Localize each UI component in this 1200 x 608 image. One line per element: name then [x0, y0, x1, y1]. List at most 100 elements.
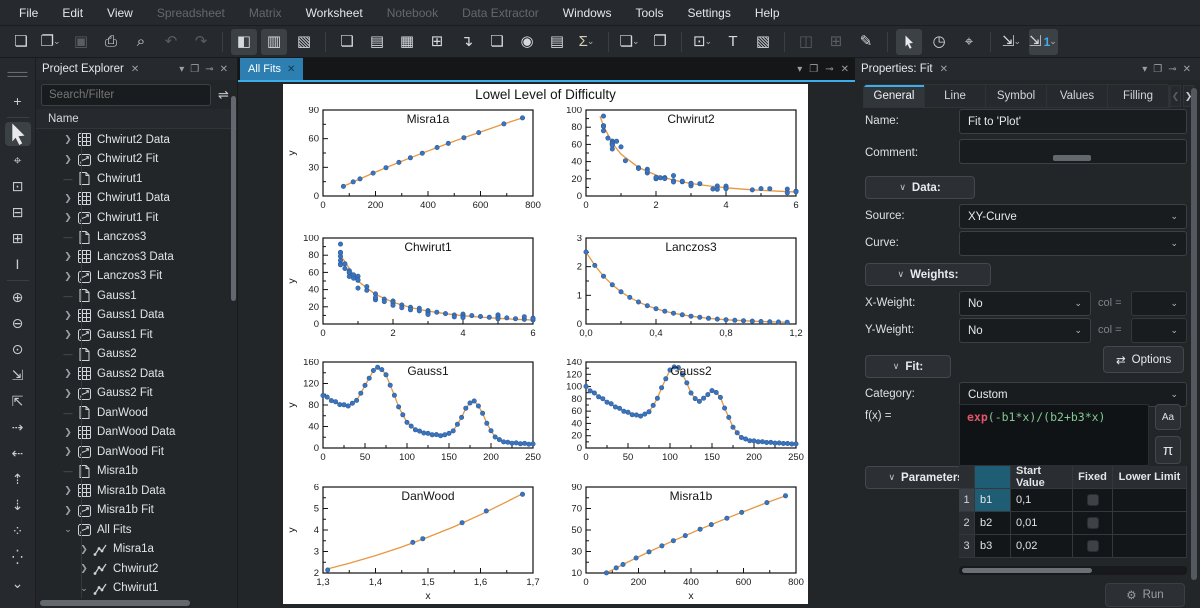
subwindow-close-icon[interactable]: ✕ — [841, 64, 849, 75]
filter-options-icon[interactable]: ⇌ — [215, 84, 232, 106]
zoom-level-button[interactable]: ⇲ 1 ⌄ — [1029, 28, 1058, 55]
search-input[interactable] — [41, 84, 211, 106]
toggle-project-explorer-button[interactable]: ◧ — [231, 28, 257, 55]
new-datapicker-button[interactable]: ◉ — [514, 29, 540, 55]
zoom-fit-icon[interactable]: ⇱ — [5, 389, 31, 413]
dock-close-icon[interactable]: ✕ — [1180, 64, 1194, 75]
tree-item-chwirut1[interactable]: — Chwirut1 — [36, 169, 237, 189]
dock-grip-icon[interactable]: —— —— — [5, 63, 31, 87]
zoom-select-icon[interactable]: ⊡ — [5, 174, 31, 198]
more-tools-2-icon[interactable]: ⁛ — [5, 545, 31, 569]
navigation-mode-button[interactable]: ◷ — [926, 29, 952, 55]
parameters-table-scrollbar[interactable] — [962, 568, 1092, 573]
tree-item-gauss1-fit[interactable]: ❯ Gauss1 Fit — [36, 325, 237, 345]
tree-item-lanczos3[interactable]: — Lanczos3 — [36, 228, 237, 248]
plot-lanczos3[interactable]: 0,0 0,4 0,8 1,2 0 1 2 3 Lanczos3 — [546, 233, 806, 342]
zoom-fit-button[interactable]: ⊡ ⌄ — [690, 29, 716, 55]
fit-section-button[interactable]: ∨ Fit: — [865, 355, 951, 378]
expander-collapsed-icon[interactable]: ❯ — [62, 427, 74, 438]
weights-section-button[interactable]: ∨ Weights: — [865, 263, 991, 286]
comment-resize-grip[interactable] — [1053, 155, 1091, 161]
tree-item-gauss1-data[interactable]: ❯ Gauss1 Data — [36, 306, 237, 326]
source-select[interactable]: XY-Curve ⌄ — [959, 204, 1187, 229]
x-weight-select[interactable]: No ⌄ — [959, 291, 1091, 316]
pointer-mode-button[interactable] — [896, 28, 922, 55]
tab-symbol[interactable]: Symbol — [986, 85, 1047, 107]
plot-chwirut1[interactable]: 0 2 4 6 0 20 40 60 80 100 Chwirut1 y — [283, 233, 543, 342]
new-project-button[interactable]: ❏ — [8, 29, 34, 55]
column-header-fixed[interactable]: Fixed — [1073, 466, 1113, 489]
zoom-y-select-icon[interactable]: ⊞ — [5, 226, 31, 250]
worksheet-canvas[interactable]: Lowel Level of Difficulty 0 200 400 600 800 0… — [283, 84, 808, 604]
formula-editor[interactable]: exp(-b1*x)/(b2+b3*x) — [959, 404, 1149, 466]
plot-gauss2[interactable]: 0 50 100 150 200 250 0 20 40 60 80 100 120 140 Gauss2 — [546, 357, 806, 466]
param-name-cell[interactable]: b2 — [975, 512, 1011, 535]
cursor-icon[interactable] — [4, 122, 31, 146]
export-button[interactable]: ❏ ⌄ — [617, 29, 643, 55]
overflow-chevron-icon[interactable]: ⌄ — [5, 571, 31, 595]
data-section-button[interactable]: ∨ Data: — [865, 176, 975, 199]
tree-item-gauss1[interactable]: — Gauss1 — [36, 286, 237, 306]
expander-collapsed-icon[interactable]: ❯ — [62, 368, 74, 379]
dock-close-icon[interactable]: ✕ — [217, 64, 231, 75]
expander-collapsed-icon[interactable]: ❯ — [62, 329, 74, 340]
plot-chwirut2[interactable]: 0 2 4 6 0 20 40 60 80 100 Chwirut2 — [546, 105, 806, 214]
import-data-button[interactable]: ↴ — [454, 29, 480, 55]
tree-item-gauss2[interactable]: — Gauss2 — [36, 345, 237, 365]
tree-item-gauss2-data[interactable]: ❯ Gauss2 Data — [36, 364, 237, 384]
worksheet-viewport[interactable]: Lowel Level of Difficulty 0 200 400 600 800 0… — [238, 82, 855, 608]
tree-column-header[interactable]: Name — [36, 109, 237, 129]
tree-item-danwood[interactable]: — DanWood — [36, 403, 237, 423]
tab-general[interactable]: General — [864, 85, 925, 107]
tree-item-lanczos3-data[interactable]: ❯ Lanczos3 Data — [36, 247, 237, 267]
tree-item-chwirut2[interactable]: ❯ Chwirut2 — [36, 559, 237, 579]
plot-gauss1[interactable]: 0 50 100 150 200 250 0 40 80 120 160 Gauss1 y — [283, 357, 543, 466]
expander-expanded-icon[interactable]: ⌄ — [78, 583, 90, 594]
tab-close-icon[interactable]: ✕ — [287, 64, 295, 75]
shift-right-x-icon[interactable]: ⇢ — [5, 415, 31, 439]
shift-up-y-icon[interactable]: ⇡ — [5, 467, 31, 491]
add-text-button[interactable]: T — [720, 29, 746, 55]
new-worksheet-button[interactable]: ❏ — [484, 29, 510, 55]
param-lower-limit-cell[interactable] — [1113, 535, 1187, 558]
tree-item-chwirut2-fit[interactable]: ❯ Chwirut2 Fit — [36, 150, 237, 170]
menu-edit[interactable]: Edit — [51, 3, 94, 23]
menu-windows[interactable]: Windows — [552, 3, 623, 23]
expander-collapsed-icon[interactable]: ❯ — [78, 544, 90, 555]
expander-collapsed-icon[interactable]: ❯ — [62, 388, 74, 399]
column-header-start-value[interactable]: Start Value — [1011, 465, 1073, 489]
formula-constants-button[interactable]: π — [1155, 436, 1181, 464]
shift-left-x-icon[interactable]: ⇠ — [5, 441, 31, 465]
expander-collapsed-icon[interactable]: ❯ — [62, 505, 74, 516]
dock-float-icon[interactable]: ❐ — [1150, 64, 1165, 75]
new-folder-button[interactable]: ❏ — [334, 29, 360, 55]
layout-edit-button[interactable]: ✎ — [853, 29, 879, 55]
properties-tab-close-icon[interactable]: ✕ — [937, 64, 951, 75]
subwindow-pin-icon[interactable]: ⊸ — [825, 64, 833, 75]
subwindow-menu-icon[interactable]: ▾ — [797, 64, 802, 75]
tree-item-chwirut1[interactable]: ⌄ Chwirut1 — [36, 579, 237, 599]
save-project-button[interactable]: ▣ — [68, 29, 94, 55]
y-weight-select[interactable]: No ⌄ — [959, 318, 1091, 343]
fixed-checkbox[interactable] — [1086, 494, 1099, 506]
cursor-line-icon[interactable]: I — [5, 252, 31, 276]
expander-collapsed-icon[interactable]: ❯ — [62, 485, 74, 496]
dock-float-icon[interactable]: ❐ — [187, 64, 202, 75]
param-name-cell[interactable]: b3 — [975, 535, 1011, 558]
param-name-cell[interactable]: b1 — [975, 489, 1011, 512]
layout-grid-button[interactable]: ⊞ — [823, 29, 849, 55]
fixed-checkbox[interactable] — [1086, 517, 1099, 529]
tab-values[interactable]: Values — [1047, 85, 1108, 107]
project-explorer-tab-close-icon[interactable]: ✕ — [128, 64, 142, 75]
param-start-value-cell[interactable]: 0,02 — [1011, 535, 1073, 558]
tree-item-danwood-data[interactable]: ❯ DanWood Data — [36, 423, 237, 443]
zoom-origin-icon[interactable]: ⊙ — [5, 337, 31, 361]
dock-menu-icon[interactable]: ▾ — [176, 64, 187, 75]
expander-collapsed-icon[interactable]: ❯ — [62, 212, 74, 223]
dock-pin-icon[interactable]: ⊸ — [1165, 64, 1179, 75]
print-button[interactable]: ⎙ — [98, 29, 124, 55]
plot-misra1b[interactable]: 0 200 400 600 800 10 30 50 70 90 Misra1b x — [546, 482, 806, 605]
x-weight-col-select[interactable]: ⌄ — [1131, 291, 1187, 316]
tree-item-misra1b-data[interactable]: ❯ Misra1b Data — [36, 481, 237, 501]
menu-worksheet[interactable]: Worksheet — [295, 3, 374, 23]
